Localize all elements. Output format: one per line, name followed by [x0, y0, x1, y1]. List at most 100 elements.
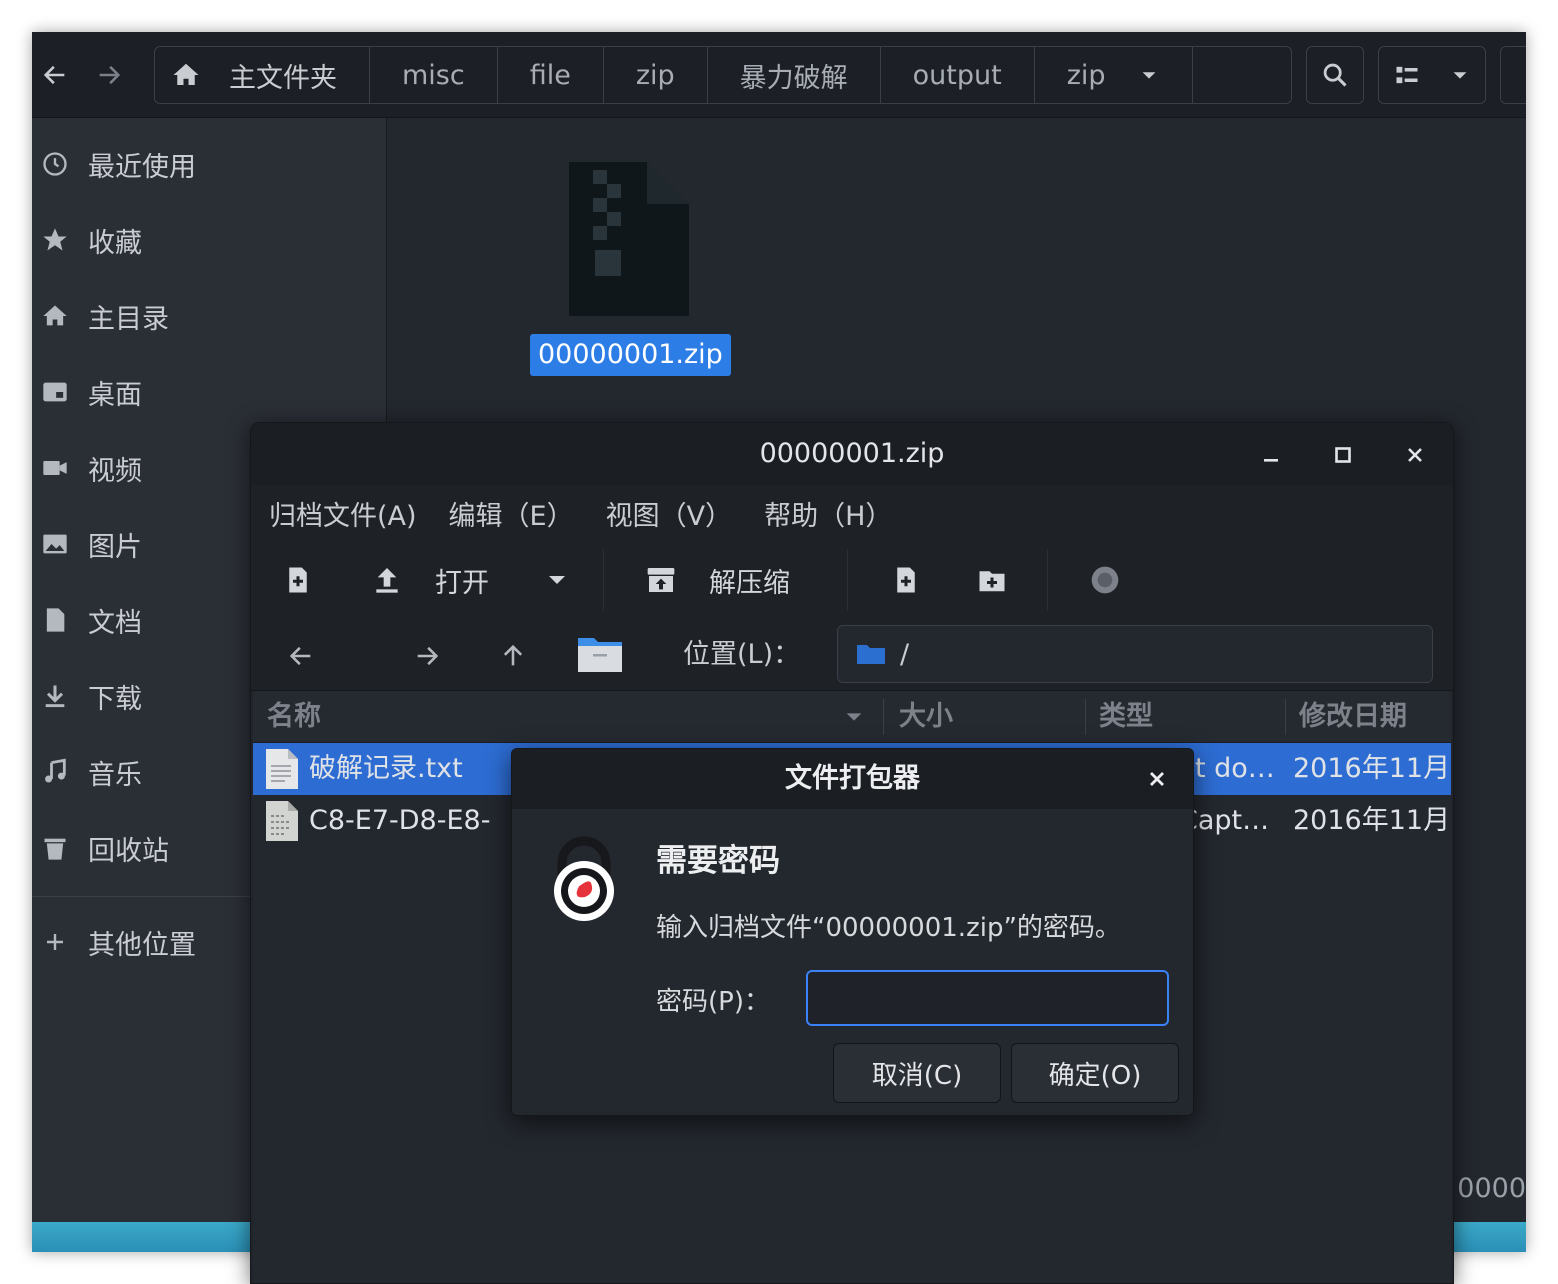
search-icon [1323, 63, 1347, 87]
row-file-name: C8-E7-D8-E8- [309, 805, 491, 836]
row-file-type: xt do… [1179, 753, 1275, 784]
menu-view[interactable]: 视图（V） [606, 494, 732, 533]
search-button[interactable] [1306, 46, 1364, 104]
file-name-label: 00000001.zip [530, 334, 731, 376]
ok-button[interactable]: 确定(O) [1011, 1043, 1179, 1103]
forward-button[interactable] [86, 46, 132, 104]
open-dropdown-button[interactable] [545, 555, 569, 605]
file-manager-status-fragment: 0000 [1457, 1173, 1526, 1204]
arrow-right-icon [417, 646, 439, 666]
location-back-button[interactable] [287, 631, 315, 681]
sort-descending-icon [846, 713, 862, 721]
arrow-left-icon [289, 646, 311, 666]
password-lock-icon [554, 836, 614, 921]
dialog-close-button[interactable] [1137, 759, 1177, 799]
add-folder-icon [979, 571, 1005, 592]
minimize-button[interactable] [1251, 435, 1291, 475]
sidebar-item-label: 最近使用 [88, 151, 196, 183]
music-icon [40, 757, 70, 787]
toolbar-separator [847, 549, 848, 611]
trash-icon [40, 833, 70, 863]
column-divider [1285, 699, 1286, 735]
column-header-name[interactable]: 名称 [267, 691, 321, 743]
home-icon [40, 301, 70, 331]
column-divider [1085, 699, 1086, 735]
text-file-icon [266, 749, 298, 789]
sidebar-item-label: 音乐 [88, 759, 142, 791]
location-up-button[interactable] [499, 631, 527, 681]
breadcrumb-item[interactable]: file [498, 47, 604, 103]
dialog-title: 文件打包器 [785, 763, 920, 794]
new-archive-button[interactable] [283, 555, 313, 605]
back-button[interactable] [32, 46, 78, 104]
breadcrumb-label: 主文件夹 [229, 62, 337, 94]
breadcrumb-item[interactable]: output [881, 47, 1035, 103]
row-file-type: Capt… [1179, 805, 1270, 836]
breadcrumb-item-current[interactable]: zip [1035, 47, 1193, 103]
dialog-heading: 需要密码 [656, 843, 780, 879]
extract-button[interactable]: 解压缩 [645, 555, 790, 605]
upload-icon [376, 568, 398, 593]
location-forward-button[interactable] [413, 631, 441, 681]
sidebar-item-starred[interactable]: 收藏 [32, 210, 387, 270]
maximize-button[interactable] [1323, 435, 1363, 475]
breadcrumb-item[interactable]: 暴力破解 [708, 47, 881, 103]
folder-icon [578, 638, 622, 672]
sidebar-item-desktop[interactable]: 桌面 [32, 362, 387, 422]
location-label: 位置(L)： [683, 639, 801, 670]
cancel-button[interactable]: 取消(C) [833, 1043, 1001, 1103]
open-label: 打开 [435, 567, 489, 599]
column-header-size[interactable]: 大小 [899, 691, 953, 743]
password-field[interactable] [806, 970, 1169, 1026]
sidebar-item-label: 收藏 [88, 227, 142, 259]
dialog-titlebar: 文件打包器 [512, 749, 1193, 809]
breadcrumb-item[interactable]: zip [604, 47, 708, 103]
extract-label: 解压缩 [709, 567, 790, 599]
sidebar-item-home[interactable]: 主目录 [32, 286, 387, 346]
close-icon [1408, 448, 1422, 462]
sidebar-item-label: 桌面 [88, 379, 142, 411]
minimize-icon [1264, 459, 1278, 462]
add-folder-button[interactable] [977, 555, 1007, 605]
list-header: 名称 大小 类型 修改日期 [253, 691, 1451, 743]
row-file-name: 破解记录.txt [309, 753, 463, 784]
row-file-modified: 2016年11月 [1293, 805, 1451, 836]
sidebar-item-label: 主目录 [88, 303, 169, 335]
chevron-down-icon [1453, 72, 1467, 79]
location-bar: 位置(L)： / [251, 619, 1453, 691]
add-files-button[interactable] [891, 555, 921, 605]
location-home-folder-button[interactable] [577, 629, 623, 679]
extract-archive-icon [647, 568, 675, 592]
home-icon [173, 63, 199, 85]
menu-help[interactable]: 帮助（H） [764, 494, 892, 533]
list-view-icon [1396, 66, 1418, 84]
video-icon [40, 453, 70, 483]
breadcrumb-label: zip [1066, 59, 1106, 91]
menu-bar: 归档文件(A) 编辑（E） 视图（V） 帮助（H） [251, 485, 1453, 541]
location-field[interactable]: / [837, 625, 1433, 683]
close-button[interactable] [1395, 435, 1435, 475]
sidebar-item-recent[interactable]: 最近使用 [32, 134, 387, 194]
arrow-up-icon [503, 644, 523, 666]
maximize-icon [1335, 447, 1351, 463]
toolbar: 打开 解压缩 [251, 541, 1453, 619]
menu-button[interactable] [1500, 46, 1526, 104]
breadcrumb-home[interactable]: 主文件夹 [155, 47, 370, 103]
open-button[interactable]: 打开 [371, 555, 489, 605]
view-options-button[interactable] [1378, 46, 1486, 104]
sidebar-item-label: 其他位置 [88, 929, 196, 961]
zip-archive-icon [569, 162, 689, 316]
row-file-modified: 2016年11月 [1293, 753, 1451, 784]
menu-archive[interactable]: 归档文件(A) [269, 494, 417, 533]
download-icon [40, 681, 70, 711]
desktop-icon [40, 377, 70, 407]
document-icon [40, 605, 70, 635]
stop-button[interactable] [1089, 555, 1121, 605]
breadcrumb-item[interactable]: misc [370, 47, 498, 103]
column-header-type[interactable]: 类型 [1099, 691, 1153, 743]
image-icon [40, 529, 70, 559]
column-header-modified[interactable]: 修改日期 [1299, 691, 1407, 743]
add-file-icon [897, 567, 915, 593]
toolbar-separator [603, 549, 604, 611]
menu-edit[interactable]: 编辑（E） [449, 494, 574, 533]
